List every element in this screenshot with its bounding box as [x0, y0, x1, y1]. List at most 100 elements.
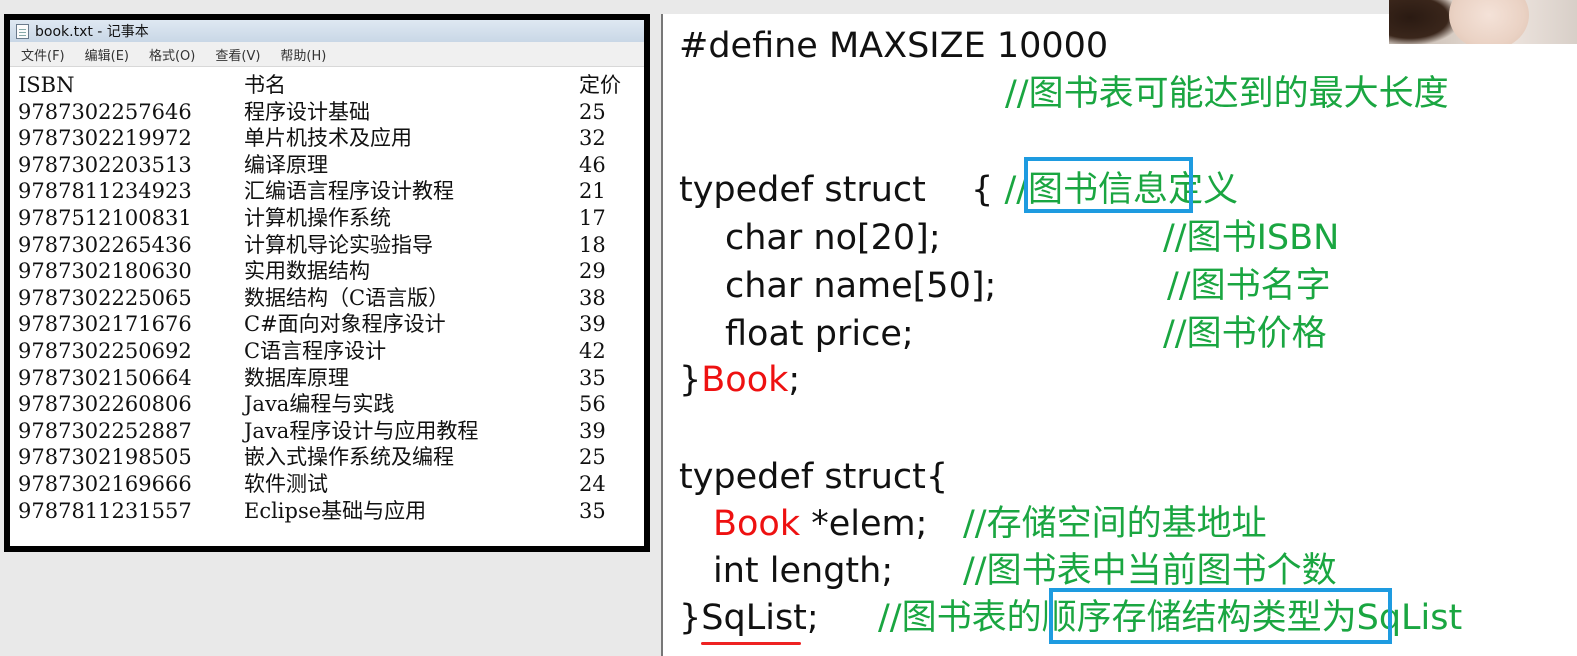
book-row: 9787811231557 Eclipse基础与应用 35 [16, 498, 644, 525]
book-title: 数据结构（C语言版） [244, 285, 450, 310]
book-title: C#面向对象程序设计 [244, 312, 446, 337]
book-price: 39 [579, 312, 606, 337]
notepad-file-icon [16, 23, 29, 39]
notepad-menubar: 文件(F) 编辑(E) 格式(O) 查看(V) 帮助(H) [10, 42, 644, 67]
book-row: 9787302180630 实用数据结构 29 [16, 258, 644, 285]
menu-edit[interactable]: 编辑(E) [76, 45, 138, 64]
notepad-titlebar[interactable]: book.txt - 记事本 [10, 20, 644, 42]
book-isbn: 9787302257646 [18, 99, 192, 124]
book-title: 计算机导论实验指导 [244, 232, 433, 257]
book-price: 46 [579, 152, 606, 177]
book-isbn: 9787811231557 [18, 498, 192, 523]
book-title: 软件测试 [244, 471, 328, 496]
book-row: 9787302203513 编译原理 46 [16, 152, 644, 179]
notepad-text-area[interactable]: ISBN 书名 定价 9787302257646 程序设计基础 25 9787302… [10, 69, 644, 546]
book-isbn: 9787302250692 [18, 338, 192, 363]
book-title: Eclipse基础与应用 [244, 498, 427, 523]
book-row: 9787512100831 计算机操作系统 17 [16, 205, 644, 232]
book-row: 9787811234923 汇编语言程序设计教程 21 [16, 178, 644, 205]
book-row: 9787302257646 程序设计基础 25 [16, 99, 644, 126]
sqlist-semicolon: ; [806, 598, 819, 638]
code-slide: #define MAXSIZE 10000 //图书表可能达到的最大长度 typ… [661, 14, 1577, 656]
semicolon: ; [788, 360, 801, 400]
book-price: 21 [579, 179, 606, 204]
book-isbn: 9787302219972 [18, 126, 192, 151]
notepad-inner: book.txt - 记事本 文件(F) 编辑(E) 格式(O) 查看(V) 帮… [10, 20, 644, 546]
sqlist-struct-close: }SqList; [679, 598, 819, 638]
book-title: 汇编语言程序设计教程 [244, 179, 454, 204]
field-no: char no[20]; [725, 218, 941, 258]
book-price: 29 [579, 259, 606, 284]
notepad-window: book.txt - 记事本 文件(F) 编辑(E) 格式(O) 查看(V) 帮… [4, 14, 650, 552]
book-price: 32 [579, 126, 606, 151]
menu-help[interactable]: 帮助(H) [271, 45, 335, 64]
field-no-comment: //图书ISBN [1163, 218, 1340, 258]
book-title: 数据库原理 [244, 365, 349, 390]
book-price: 35 [579, 365, 606, 390]
book-isbn: 9787302203513 [18, 152, 192, 177]
book-isbn: 9787302260806 [18, 392, 192, 417]
book-struct-close: }Book; [679, 360, 800, 400]
webcam-hair [1389, 0, 1459, 44]
close-brace: } [679, 360, 702, 400]
book-title: C语言程序设计 [244, 338, 387, 363]
sqlist-struct-open: typedef struct{ [679, 457, 949, 497]
length-comment: //图书表中当前图书个数 [963, 551, 1337, 591]
book-isbn: 9787302171676 [18, 312, 192, 337]
header-isbn: ISBN [18, 73, 75, 97]
book-price: 17 [579, 205, 606, 230]
book-title: 实用数据结构 [244, 259, 370, 284]
book-title: 嵌入式操作系统及编程 [244, 445, 454, 470]
field-name-comment: //图书名字 [1167, 266, 1331, 306]
menu-view[interactable]: 查看(V) [206, 45, 269, 64]
book-title: 程序设计基础 [244, 99, 370, 124]
book-isbn: 9787302198505 [18, 445, 192, 470]
field-price-comment: //图书价格 [1163, 314, 1327, 354]
header-title: 书名 [244, 73, 286, 97]
sqlist-comment-a: //图书表的 [878, 598, 1042, 638]
book-isbn: 9787302169666 [18, 471, 192, 496]
book-price: 42 [579, 338, 606, 363]
elem-field: Book *elem; [713, 504, 927, 544]
highlight-box-book-info [1024, 157, 1193, 213]
book-row: 9787302198505 嵌入式操作系统及编程 25 [16, 444, 644, 471]
book-row: 9787302169666 软件测试 24 [16, 471, 644, 498]
book-title: Java程序设计与应用教程 [244, 418, 479, 443]
book-price: 56 [579, 392, 606, 417]
webcam-overlay [1389, 0, 1577, 44]
menu-format[interactable]: 格式(O) [140, 45, 204, 64]
elem-type: Book [713, 504, 801, 544]
book-title: 单片机技术及应用 [244, 126, 412, 151]
book-isbn: 9787811234923 [18, 179, 192, 204]
book-title: 计算机操作系统 [244, 205, 391, 230]
webcam-face [1449, 0, 1529, 44]
book-isbn: 9787302150664 [18, 365, 192, 390]
header-price: 定价 [579, 73, 621, 97]
sqlist-name: SqList [701, 598, 807, 638]
book-row: 9787302260806 Java编程与实践 56 [16, 391, 644, 418]
red-underline-mark [701, 642, 801, 645]
book-type-name: Book [701, 360, 789, 400]
field-price: float price; [725, 314, 914, 354]
define-comment: //图书表可能达到的最大长度 [1005, 74, 1449, 114]
open-brace: { [971, 170, 994, 210]
length-field: int length; [713, 551, 894, 591]
book-row: 9787302150664 数据库原理 35 [16, 365, 644, 392]
menu-file[interactable]: 文件(F) [12, 45, 74, 64]
elem-comment: //存储空间的基地址 [963, 504, 1267, 544]
book-title: Java编程与实践 [244, 392, 395, 417]
book-price: 18 [579, 232, 606, 257]
header-row: ISBN 书名 定价 [16, 72, 644, 99]
book-row: 9787302250692 C语言程序设计 42 [16, 338, 644, 365]
elem-rest: *elem; [811, 504, 928, 544]
notepad-title: book.txt - 记事本 [35, 24, 149, 40]
book-isbn: 9787512100831 [18, 205, 192, 230]
typedef-struct-keyword: typedef struct [679, 170, 926, 210]
book-price: 38 [579, 285, 606, 310]
close-brace: } [679, 598, 702, 638]
book-title: 编译原理 [244, 152, 328, 177]
book-price: 35 [579, 498, 606, 523]
define-code: #define MAXSIZE 10000 [679, 26, 1109, 66]
book-isbn: 9787302225065 [18, 285, 192, 310]
highlight-box-storage-type [1049, 588, 1392, 644]
